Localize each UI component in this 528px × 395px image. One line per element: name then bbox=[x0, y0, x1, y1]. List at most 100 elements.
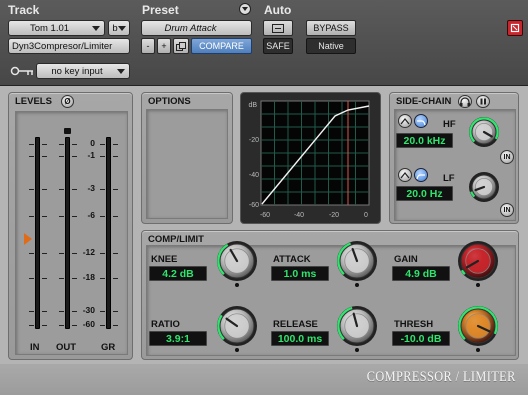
output-meter bbox=[65, 137, 70, 329]
tick-mark bbox=[42, 325, 47, 326]
hf-value[interactable]: 20.0 kHz bbox=[396, 133, 453, 148]
hf-knob[interactable] bbox=[467, 115, 501, 149]
thresh-knob[interactable] bbox=[453, 300, 503, 354]
ratio-knob[interactable] bbox=[212, 300, 262, 354]
level-tick: -3 bbox=[87, 183, 95, 193]
close-button[interactable] bbox=[507, 20, 523, 36]
automation-button[interactable] bbox=[263, 20, 293, 36]
track-select[interactable]: Tom 1.01 bbox=[8, 20, 105, 36]
hf-label: HF bbox=[443, 119, 456, 130]
highcut-icon bbox=[417, 120, 426, 126]
tick-mark bbox=[72, 216, 77, 217]
tick-mark bbox=[29, 189, 34, 190]
x-axis-tick: -40 bbox=[294, 212, 304, 219]
tick-mark bbox=[113, 189, 118, 190]
attack-value[interactable]: 1.0 ms bbox=[271, 266, 329, 281]
lf-enable-button[interactable] bbox=[414, 168, 428, 182]
transfer-graph: dB -20 -40 -60 -60 -40 -20 0 bbox=[248, 100, 370, 219]
y-axis-tick: dB bbox=[248, 102, 257, 109]
lowcut-icon bbox=[416, 174, 425, 180]
tick-mark bbox=[29, 325, 34, 326]
copy-paste-button[interactable] bbox=[173, 38, 189, 54]
tick-mark bbox=[72, 253, 77, 254]
copy-icon bbox=[176, 41, 186, 51]
tick-mark bbox=[113, 311, 118, 312]
knee-knob[interactable] bbox=[212, 235, 262, 289]
tick-mark bbox=[100, 253, 105, 254]
tick-mark bbox=[42, 278, 47, 279]
release-knob[interactable] bbox=[332, 300, 382, 354]
level-tick: -18 bbox=[82, 272, 95, 282]
chevron-down-icon bbox=[242, 7, 248, 11]
comp-limit-title: COMP/LIMIT bbox=[148, 234, 204, 245]
plus-button[interactable]: + bbox=[157, 38, 171, 54]
tick-mark bbox=[42, 156, 47, 157]
headphones-icon bbox=[460, 97, 470, 106]
threshold-marker-icon bbox=[24, 233, 32, 245]
minus-button[interactable]: - bbox=[141, 38, 155, 54]
tick-mark bbox=[29, 311, 34, 312]
level-tick: -1 bbox=[87, 150, 95, 160]
attack-knob[interactable] bbox=[332, 235, 382, 289]
sidechain-pause-button[interactable] bbox=[476, 95, 490, 108]
release-value[interactable]: 100.0 ms bbox=[271, 331, 329, 346]
knob-graphic bbox=[217, 241, 257, 287]
knee-value[interactable]: 4.2 dB bbox=[149, 266, 207, 281]
tick-mark bbox=[59, 216, 64, 217]
level-tick: -60 bbox=[82, 319, 95, 329]
plugin-select-value: Dyn3Compresor/Limiter bbox=[12, 40, 113, 52]
knob-graphic bbox=[469, 117, 499, 147]
ratio-label: RATIO bbox=[151, 319, 180, 330]
preset-select-value: Drum Attack bbox=[164, 22, 217, 34]
gain-knob[interactable] bbox=[453, 235, 503, 289]
compare-button[interactable]: COMPARE bbox=[191, 38, 252, 54]
tick-mark bbox=[113, 156, 118, 157]
plugin-select[interactable]: Dyn3Compresor/Limiter bbox=[8, 38, 130, 54]
tick-mark bbox=[29, 156, 34, 157]
tick-mark bbox=[100, 156, 105, 157]
bypass-button[interactable]: BYPASS bbox=[306, 20, 356, 36]
channel-select[interactable]: b bbox=[108, 20, 130, 36]
phase-invert-button[interactable]: Ø bbox=[61, 95, 74, 108]
levels-title: LEVELS bbox=[15, 96, 52, 107]
tick-mark bbox=[113, 253, 118, 254]
options-panel: OPTIONS bbox=[141, 92, 233, 224]
x-axis-tick: -20 bbox=[329, 212, 339, 219]
preset-select[interactable]: Drum Attack bbox=[141, 20, 252, 36]
lf-filter-type-button[interactable] bbox=[398, 168, 412, 182]
close-icon bbox=[510, 23, 520, 33]
tick-mark bbox=[29, 253, 34, 254]
thresh-label: THRESH bbox=[394, 319, 434, 330]
knob-graphic bbox=[337, 241, 377, 287]
ratio-value[interactable]: 3.9:1 bbox=[149, 331, 207, 346]
safe-button[interactable]: SAFE bbox=[263, 38, 293, 54]
tick-mark bbox=[72, 325, 77, 326]
tick-mark bbox=[42, 253, 47, 254]
sidechain-listen-button[interactable] bbox=[458, 95, 472, 108]
tick-mark bbox=[42, 311, 47, 312]
automation-icon bbox=[272, 23, 284, 33]
preset-menu-button[interactable] bbox=[239, 3, 251, 15]
gain-label: GAIN bbox=[394, 254, 418, 265]
thresh-value[interactable]: -10.0 dB bbox=[392, 331, 450, 346]
tick-mark bbox=[100, 216, 105, 217]
hf-in-button[interactable]: IN bbox=[500, 150, 514, 164]
tick-mark bbox=[59, 156, 64, 157]
input-meter bbox=[35, 137, 40, 329]
tick-mark bbox=[42, 189, 47, 190]
native-button[interactable]: Native bbox=[306, 38, 356, 54]
attack-label: ATTACK bbox=[273, 254, 311, 265]
gain-value[interactable]: 4.9 dB bbox=[392, 266, 450, 281]
filter-shape-icon bbox=[400, 118, 410, 125]
hf-enable-button[interactable] bbox=[414, 114, 428, 128]
key-input-select[interactable]: no key input bbox=[36, 63, 130, 79]
lf-knob[interactable] bbox=[467, 170, 501, 204]
level-tick: -6 bbox=[87, 210, 95, 220]
lf-value[interactable]: 20.0 Hz bbox=[396, 186, 453, 201]
key-input-value: no key input bbox=[51, 65, 103, 77]
lf-in-button[interactable]: IN bbox=[500, 203, 514, 217]
chevron-down-icon bbox=[92, 26, 100, 31]
tick-mark bbox=[42, 216, 47, 217]
tick-mark bbox=[59, 189, 64, 190]
hf-filter-type-button[interactable] bbox=[398, 114, 412, 128]
